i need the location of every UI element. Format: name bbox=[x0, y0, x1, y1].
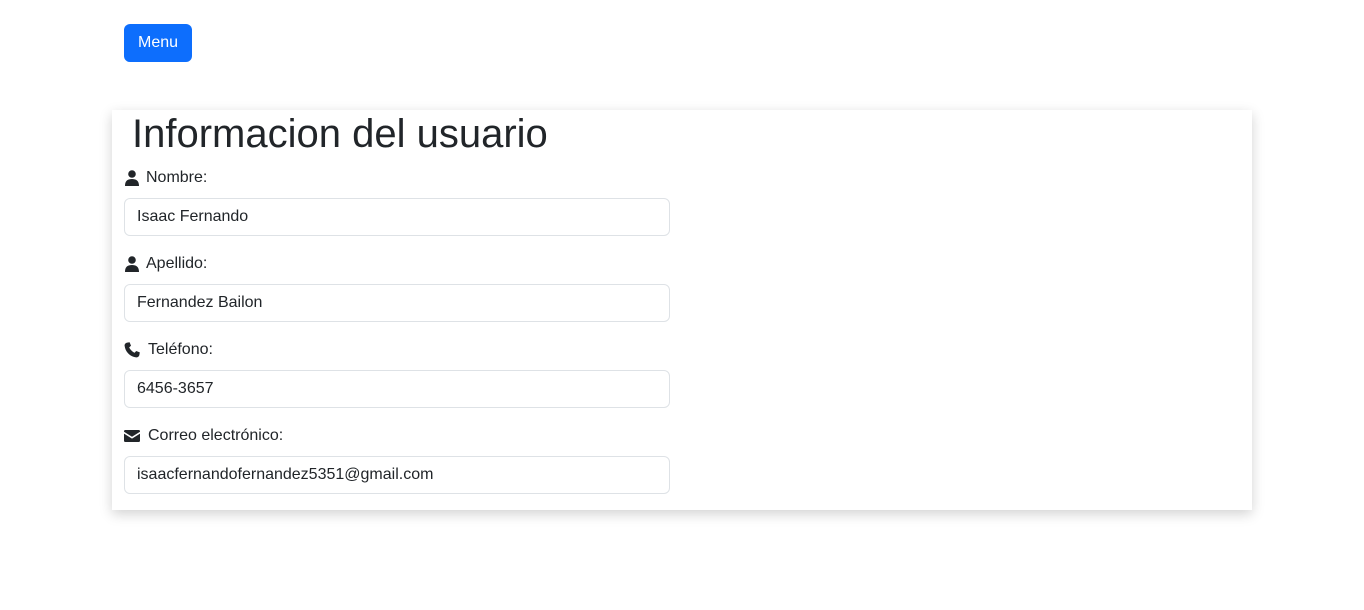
phone-icon bbox=[124, 342, 140, 358]
email-field[interactable]: isaacfernandofernandez5351@gmail.com bbox=[124, 456, 670, 494]
menu-button[interactable]: Menu bbox=[124, 24, 192, 62]
user-info-card: Informacion del usuario Nombre: Isaac Fe… bbox=[112, 110, 1252, 510]
phone-field[interactable]: 6456-3657 bbox=[124, 370, 670, 408]
email-label-text: Correo electrónico: bbox=[148, 427, 284, 444]
user-icon bbox=[124, 170, 140, 186]
first-name-field[interactable]: Isaac Fernando bbox=[124, 198, 670, 236]
envelope-icon bbox=[124, 428, 140, 444]
last-name-field[interactable]: Fernandez Bailon bbox=[124, 284, 670, 322]
first-name-label-text: Nombre: bbox=[146, 169, 208, 186]
last-name-label: Apellido: bbox=[124, 254, 207, 274]
phone-label-text: Teléfono: bbox=[148, 341, 213, 358]
user-icon bbox=[124, 256, 140, 272]
first-name-label: Nombre: bbox=[124, 168, 207, 188]
email-label: Correo electrónico: bbox=[124, 426, 283, 446]
phone-label: Teléfono: bbox=[124, 340, 213, 360]
last-name-label-text: Apellido: bbox=[146, 255, 208, 272]
page-title: Informacion del usuario bbox=[132, 112, 548, 156]
